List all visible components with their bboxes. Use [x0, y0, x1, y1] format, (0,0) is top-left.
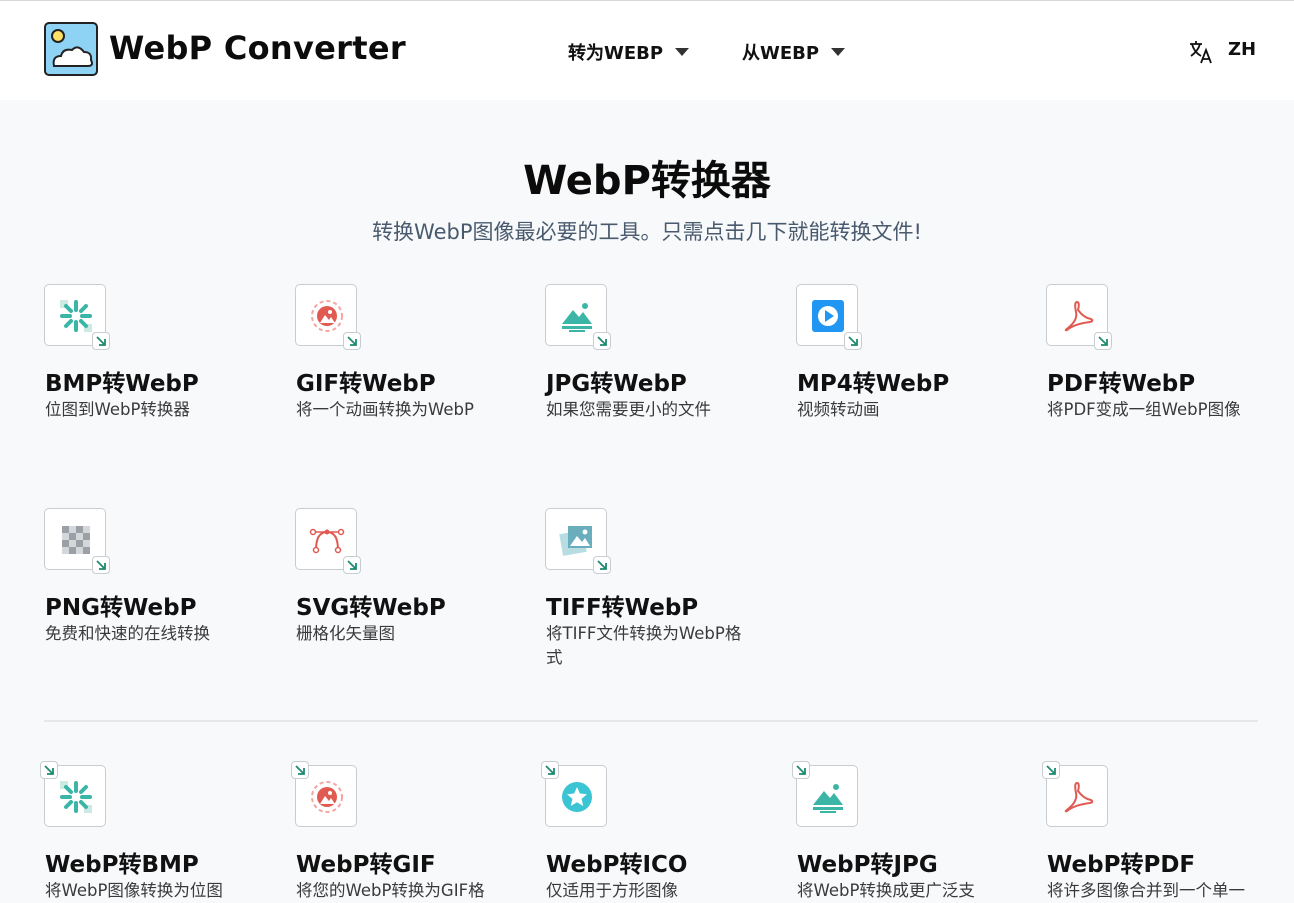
pdf-icon	[1064, 781, 1094, 813]
card-description: 视频转动画	[797, 400, 880, 419]
svg-icon	[309, 528, 345, 554]
gif-icon	[311, 300, 343, 332]
arrow-down-right-icon	[1098, 336, 1108, 346]
tool-icon-box	[541, 761, 607, 827]
card-description: 仅适用于方形图像	[546, 881, 678, 900]
gif-icon	[311, 781, 343, 813]
mp4-icon	[812, 300, 844, 332]
tool-icon-box	[796, 284, 862, 350]
tiff-icon	[559, 526, 592, 556]
arrow-down-right-icon	[347, 336, 357, 346]
card-title: BMP转WebP	[45, 371, 199, 397]
tool-icon-box	[1046, 284, 1112, 350]
arrow-down-right-icon	[44, 765, 54, 775]
card-description: 将TIFF文件转换为WebP格式	[546, 624, 742, 667]
section-divider	[44, 720, 1258, 722]
nav-to-webp-label: 转为WEBP	[568, 43, 664, 64]
nav-from-webp-label: 从WEBP	[742, 43, 820, 64]
page-title: WebP转换器	[523, 158, 771, 204]
convert-arrow-badge	[1042, 761, 1060, 779]
card-title: WebP转BMP	[45, 852, 199, 878]
tool-icon-box	[44, 508, 110, 574]
arrow-down-right-icon	[796, 765, 806, 775]
bmp-icon	[60, 781, 92, 813]
tool-icon-box	[1042, 761, 1108, 827]
arrow-down-right-icon	[96, 560, 106, 570]
tool-icon-box	[295, 284, 361, 350]
convert-arrow-badge	[844, 332, 862, 350]
convert-arrow-badge	[593, 556, 611, 574]
language-code: ZH	[1228, 39, 1257, 60]
png-icon	[62, 526, 90, 554]
card-title: JPG转WebP	[546, 371, 687, 397]
card-title: WebP转ICO	[546, 852, 688, 878]
translate-icon	[1190, 41, 1212, 64]
page-subtitle: 转换WebP图像最必要的工具。只需点击几下就能转换文件!	[372, 220, 922, 244]
jpg-icon	[562, 303, 592, 332]
card-title: WebP转GIF	[296, 852, 436, 878]
site-header: WebP Converter 转为WEBP 从WEBP ZH	[0, 1, 1294, 100]
card-title: MP4转WebP	[797, 371, 950, 397]
brand-name[interactable]: WebP Converter	[109, 29, 406, 67]
convert-arrow-badge	[40, 761, 58, 779]
card-title: SVG转WebP	[296, 595, 446, 621]
card-description: 免费和快速的在线转换	[45, 624, 210, 643]
card-description: 将PDF变成一组WebP图像	[1047, 400, 1241, 419]
arrow-down-right-icon	[545, 765, 555, 775]
tool-icon-box	[545, 284, 611, 350]
card-title: WebP转JPG	[797, 852, 938, 878]
arrow-down-right-icon	[295, 765, 305, 775]
arrow-down-right-icon	[597, 560, 607, 570]
tool-icon-box	[295, 508, 361, 574]
nav-to-webp[interactable]: 转为WEBP	[568, 39, 690, 65]
caret-down-icon	[831, 48, 846, 56]
ico-icon	[562, 782, 592, 812]
logo-icon[interactable]	[44, 22, 98, 76]
tool-icon-box	[291, 761, 357, 827]
card-description: 位图到WebP转换器	[45, 400, 190, 419]
caret-down-icon	[675, 48, 690, 56]
arrow-down-right-icon	[848, 336, 858, 346]
convert-arrow-badge	[343, 556, 361, 574]
card-description: 将一个动画转换为WebP	[296, 400, 474, 419]
bmp-icon	[60, 300, 92, 332]
convert-arrow-badge	[1094, 332, 1112, 350]
card-description: 将许多图像合并到一个单一	[1047, 881, 1245, 900]
convert-arrow-badge	[343, 332, 361, 350]
tool-icon-box	[44, 284, 110, 350]
arrow-down-right-icon	[96, 336, 106, 346]
convert-arrow-badge	[92, 556, 110, 574]
convert-arrow-badge	[541, 761, 559, 779]
card-title: WebP转PDF	[1047, 852, 1196, 878]
card-title: PNG转WebP	[45, 595, 197, 621]
card-description: 将您的WebP转换为GIF格	[296, 881, 485, 900]
jpg-icon	[813, 784, 843, 813]
arrow-down-right-icon	[1046, 765, 1056, 775]
tool-icon-box	[792, 761, 858, 827]
card-title: GIF转WebP	[296, 371, 436, 397]
nav-from-webp[interactable]: 从WEBP	[742, 39, 846, 65]
arrow-down-right-icon	[597, 336, 607, 346]
tool-icon-box	[40, 761, 106, 827]
card-title: TIFF转WebP	[546, 595, 699, 621]
card-title: PDF转WebP	[1047, 371, 1196, 397]
card-description: 栅格化矢量图	[296, 624, 395, 643]
arrow-down-right-icon	[347, 560, 357, 570]
tool-icon-box	[545, 508, 611, 574]
pdf-icon	[1064, 300, 1094, 332]
convert-arrow-badge	[593, 332, 611, 350]
card-description: 将WebP图像转换为位图	[45, 881, 223, 900]
card-description: 如果您需要更小的文件	[546, 400, 711, 419]
convert-arrow-badge	[792, 761, 810, 779]
convert-arrow-badge	[291, 761, 309, 779]
convert-arrow-badge	[92, 332, 110, 350]
card-description: 将WebP转换成更广泛支	[797, 881, 975, 900]
